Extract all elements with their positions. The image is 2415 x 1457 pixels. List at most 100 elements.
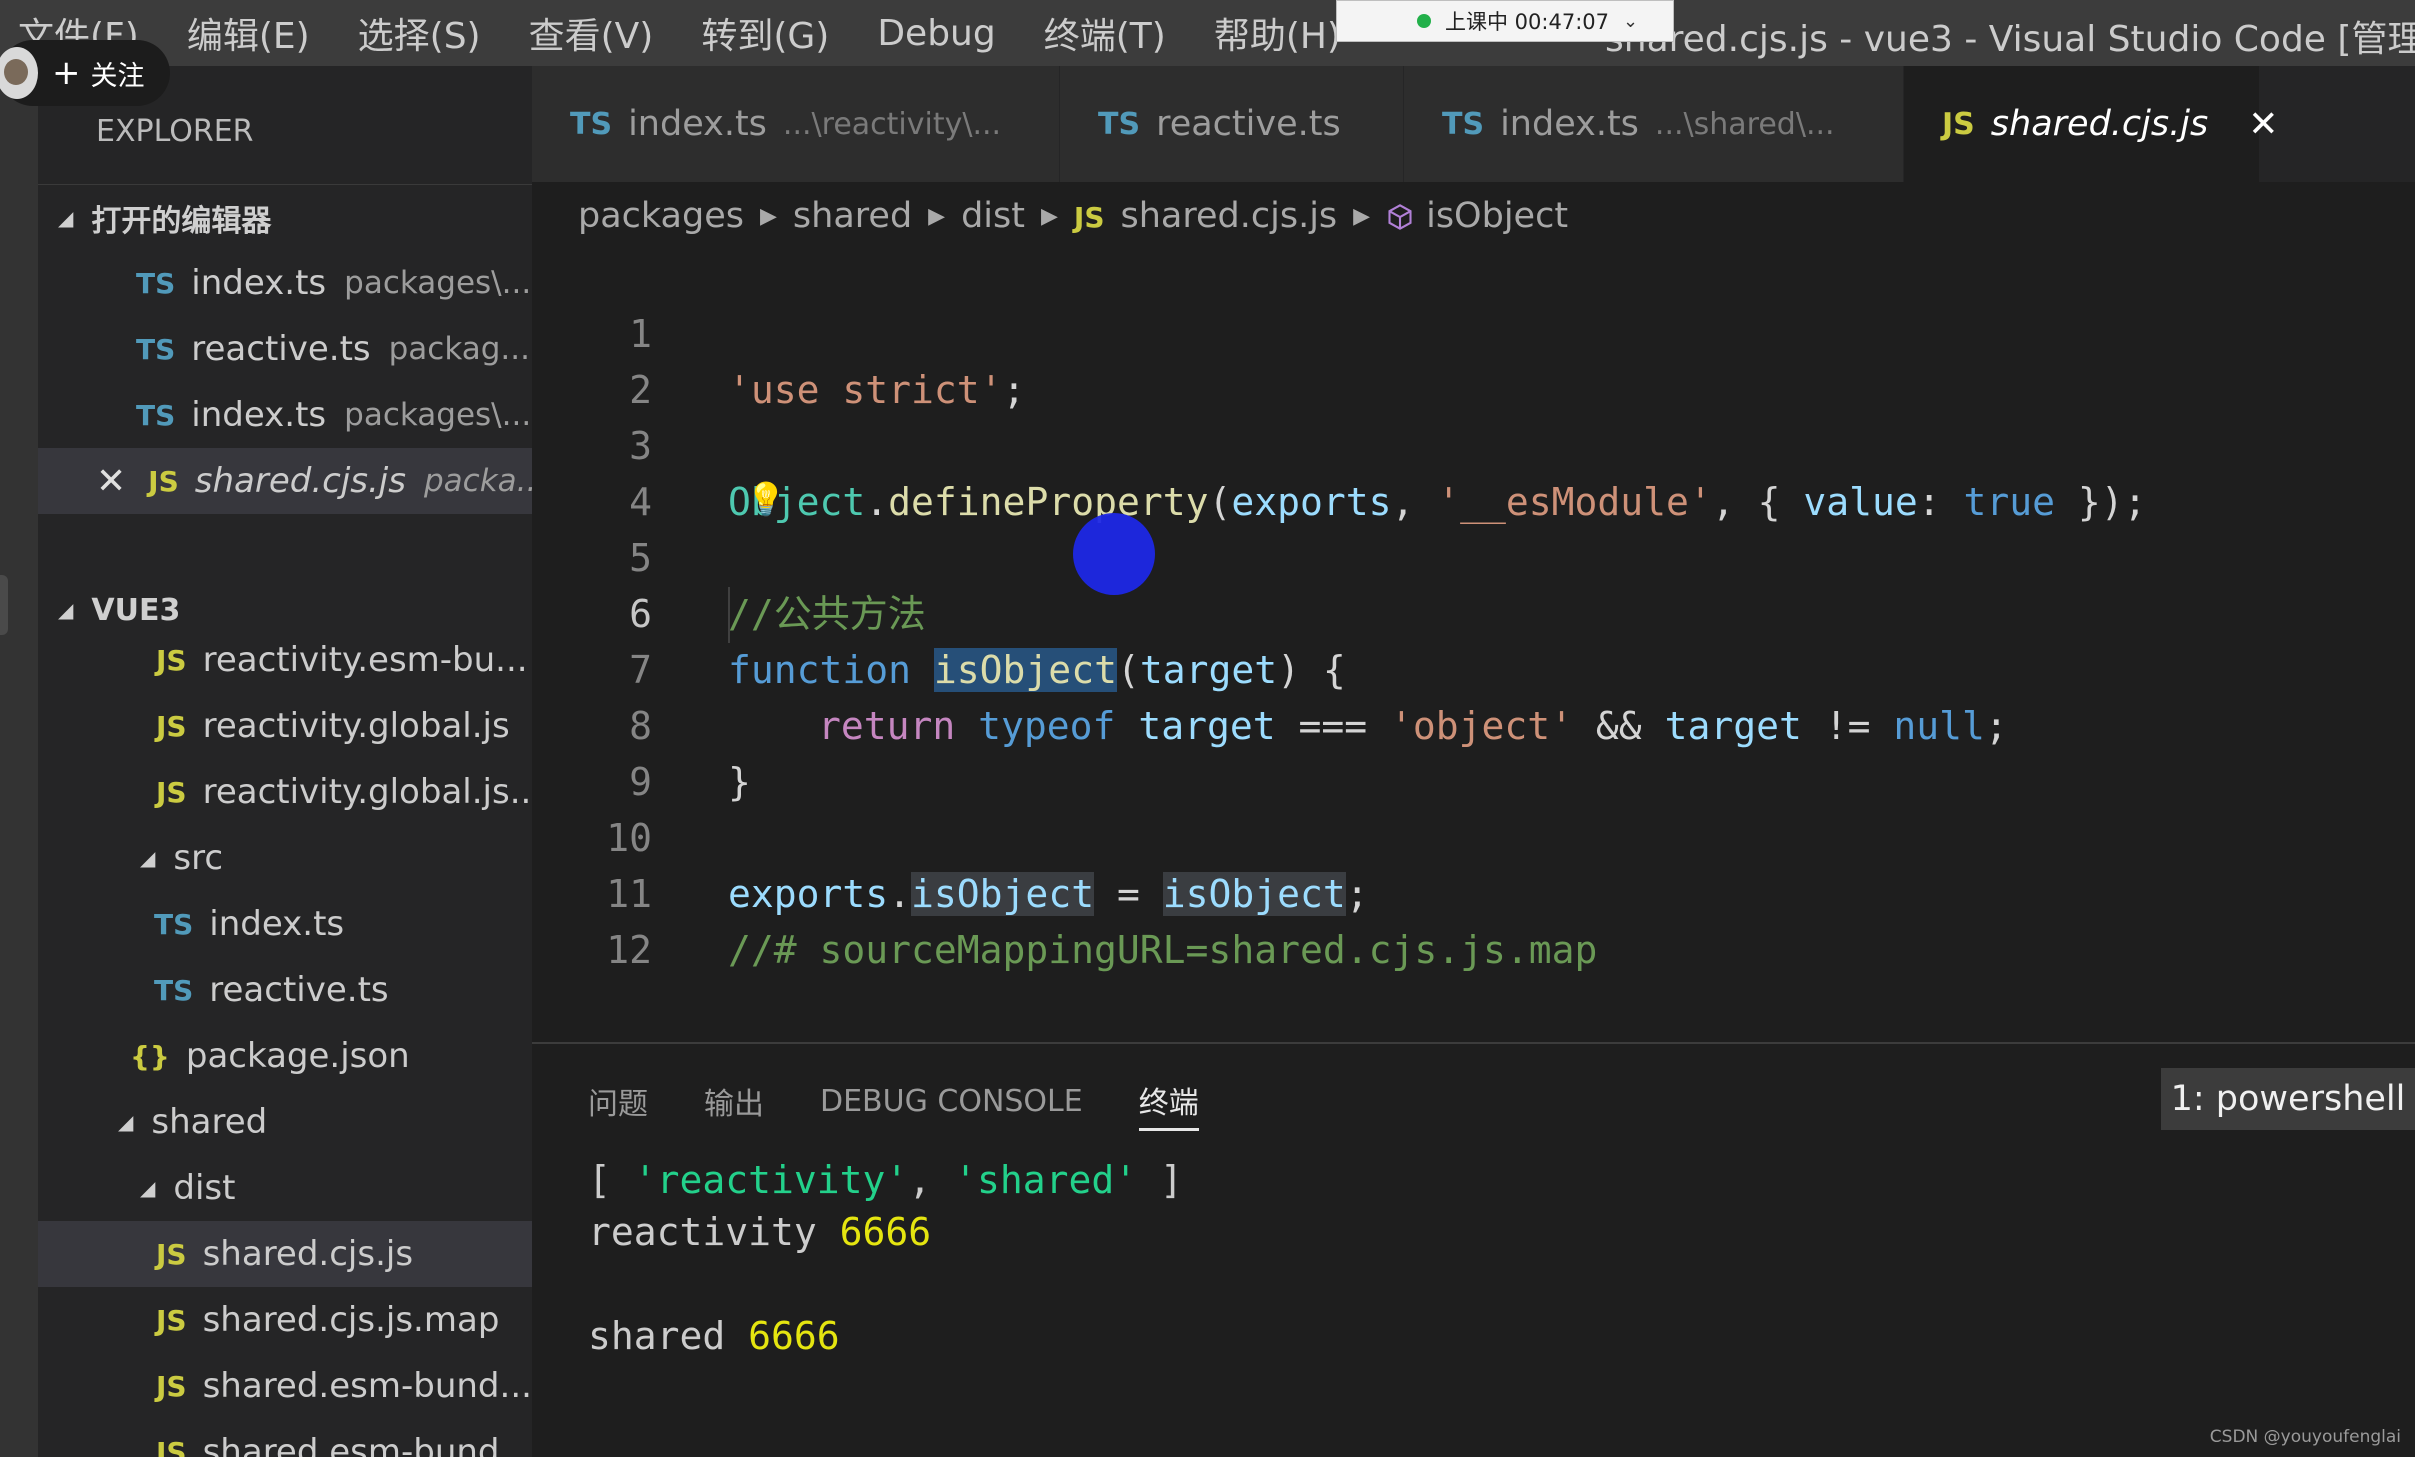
menu-terminal[interactable]: 终端(T) bbox=[1044, 7, 1166, 59]
open-editor-item[interactable]: TS index.ts packages\... bbox=[38, 250, 532, 316]
open-editor-name: reactive.ts bbox=[191, 329, 371, 369]
tree-file[interactable]: JS reactivity.global.js... bbox=[38, 759, 532, 825]
follow-label: 关注 bbox=[90, 60, 145, 92]
tab-debug-console[interactable]: DEBUG CONSOLE bbox=[820, 1084, 1083, 1125]
breadcrumb-dist[interactable]: dist bbox=[961, 196, 1025, 236]
menu-selection[interactable]: 选择(S) bbox=[358, 7, 481, 59]
open-editor-name: shared.cjs.js bbox=[194, 461, 406, 501]
close-icon[interactable]: ✕ bbox=[2248, 104, 2278, 145]
tab-index-shared[interactable]: TS index.ts ...\shared\... bbox=[1404, 66, 1904, 182]
workspace-label: VUE3 bbox=[91, 592, 181, 628]
tab-terminal[interactable]: 终端 bbox=[1138, 1078, 1199, 1131]
tree-file-name: shared.cjs.js bbox=[202, 1234, 414, 1274]
breadcrumb-symbol[interactable]: isObject bbox=[1386, 196, 1568, 236]
recording-widget[interactable]: 上课中 00:47:07 ⌄ bbox=[1336, 0, 1674, 42]
menu-help[interactable]: 帮助(H) bbox=[1214, 7, 1341, 59]
open-editor-name: index.ts bbox=[191, 263, 327, 303]
terminal-string: 'shared' bbox=[954, 1158, 1138, 1202]
avatar bbox=[0, 47, 38, 99]
open-editors-header[interactable]: ◢ 打开的编辑器 bbox=[38, 184, 532, 250]
breadcrumb-shared[interactable]: shared bbox=[793, 196, 912, 236]
typescript-file-icon: TS bbox=[136, 332, 176, 366]
tree-folder-shared[interactable]: ◢ shared bbox=[38, 1089, 532, 1155]
code-line: 3 Object.defineProperty(exports, '__esMo… bbox=[532, 362, 2415, 524]
code-line: 1 'use strict'; bbox=[532, 250, 2415, 412]
chevron-right-icon: ▶ bbox=[760, 203, 777, 229]
tab-shared-cjs[interactable]: JS shared.cjs.js ✕ bbox=[1904, 66, 2278, 182]
menu-edit[interactable]: 编辑(E) bbox=[187, 7, 310, 59]
open-editors-label: 打开的编辑器 bbox=[91, 203, 272, 239]
tab-output[interactable]: 输出 bbox=[704, 1079, 764, 1129]
tree-file[interactable]: TS reactive.ts bbox=[38, 957, 532, 1023]
tree-folder-name: src bbox=[173, 838, 224, 878]
tab-path: ...\reactivity\... bbox=[782, 106, 1002, 142]
tab-label: reactive.ts bbox=[1156, 104, 1341, 144]
tab-problems[interactable]: 问题 bbox=[588, 1079, 648, 1129]
indent-guide bbox=[728, 587, 730, 643]
open-editor-item[interactable]: TS index.ts packages\... bbox=[38, 382, 532, 448]
code-line: 10 exports.isObject = isObject; bbox=[532, 754, 2415, 916]
side-handle[interactable] bbox=[0, 575, 8, 635]
tree-file-selected[interactable]: JS shared.cjs.js bbox=[38, 1221, 532, 1287]
chevron-right-icon: ▶ bbox=[928, 203, 946, 229]
breadcrumb-file[interactable]: JS shared.cjs.js bbox=[1074, 196, 1337, 236]
terminal-text: [ bbox=[588, 1158, 634, 1202]
tree-file-name: reactivity.esm-bu... bbox=[202, 640, 528, 680]
collapse-triangle-icon: ◢ bbox=[58, 205, 74, 230]
open-editor-item-active[interactable]: ✕ JS shared.cjs.js packa... bbox=[38, 448, 532, 514]
tree-file[interactable]: TS index.ts bbox=[38, 891, 532, 957]
javascript-file-icon: JS bbox=[156, 1369, 187, 1403]
menu-view[interactable]: 查看(V) bbox=[529, 7, 654, 59]
breadcrumb-packages[interactable]: packages bbox=[578, 196, 744, 236]
open-editor-name: index.ts bbox=[191, 395, 327, 435]
tab-index-reactivity[interactable]: TS index.ts ...\reactivity\... bbox=[532, 66, 1060, 182]
javascript-file-icon: JS bbox=[1073, 201, 1105, 234]
editor-tab-bar: TS index.ts ...\reactivity\... TS reacti… bbox=[532, 66, 2415, 182]
code-line: 5 //公共方法 bbox=[532, 474, 2415, 636]
collapse-triangle-icon: ◢ bbox=[58, 598, 74, 622]
code-editor[interactable]: 1 'use strict'; 2 3 Object.definePropert… bbox=[532, 250, 2415, 1040]
typescript-file-icon: TS bbox=[1442, 106, 1485, 142]
typescript-file-icon: TS bbox=[154, 907, 194, 941]
follow-button[interactable]: + 关注 bbox=[0, 40, 170, 106]
tab-reactive[interactable]: TS reactive.ts bbox=[1060, 66, 1404, 182]
code-line: 4 bbox=[532, 418, 2415, 524]
tree-folder-src[interactable]: ◢ src bbox=[38, 825, 532, 891]
terminal-select[interactable]: 1: powershell bbox=[2161, 1068, 2415, 1130]
tree-file-name: reactivity.global.js... bbox=[202, 772, 532, 812]
tree-file-name: package.json bbox=[185, 1036, 410, 1076]
open-editor-path: packag... bbox=[388, 331, 530, 367]
tree-file[interactable]: {} package.json bbox=[38, 1023, 532, 1089]
tree-file[interactable]: JS shared.cjs.js.map bbox=[38, 1287, 532, 1353]
lightbulb-icon[interactable]: 💡 bbox=[746, 480, 786, 518]
explorer-title: EXPLORER bbox=[96, 114, 254, 149]
tree-folder-dist[interactable]: ◢ dist bbox=[38, 1155, 532, 1221]
tree-file[interactable]: JS shared.esm-bund... bbox=[38, 1419, 532, 1457]
javascript-file-icon: JS bbox=[1942, 106, 1975, 142]
tree-folder-name: shared bbox=[151, 1102, 268, 1142]
open-editor-item[interactable]: TS reactive.ts packag... bbox=[38, 316, 532, 382]
menu-go[interactable]: 转到(G) bbox=[701, 7, 829, 59]
tree-file[interactable]: JS reactivity.esm-bu... bbox=[38, 627, 532, 693]
tree-file[interactable]: JS shared.esm-bund... bbox=[38, 1353, 532, 1419]
code-line: 8 } bbox=[532, 642, 2415, 804]
chevron-down-icon[interactable]: ⌄ bbox=[1623, 11, 1638, 32]
plus-icon: + bbox=[52, 53, 81, 93]
terminal-text: shared bbox=[588, 1314, 749, 1358]
tab-label: index.ts bbox=[628, 104, 767, 144]
open-editor-path: packa... bbox=[423, 463, 532, 499]
typescript-file-icon: TS bbox=[154, 973, 194, 1007]
folder-expanded-icon: ◢ bbox=[140, 1176, 156, 1200]
breadcrumb-file-label: shared.cjs.js bbox=[1120, 196, 1338, 236]
menu-debug[interactable]: Debug bbox=[877, 13, 995, 54]
tab-label: shared.cjs.js bbox=[1990, 104, 2209, 144]
title-bar: 文件(F) 编辑(E) 选择(S) 查看(V) 转到(G) Debug 终端(T… bbox=[0, 0, 2415, 66]
close-icon[interactable]: ✕ bbox=[96, 461, 126, 502]
terminal-text: , bbox=[908, 1158, 955, 1202]
terminal-line: reactivity 6666 bbox=[588, 1206, 1183, 1258]
typescript-file-icon: TS bbox=[1098, 106, 1141, 142]
terminal-output[interactable]: [ 'reactivity', 'shared' ] reactivity 666… bbox=[588, 1154, 1183, 1362]
tree-file-name: index.ts bbox=[209, 904, 345, 944]
tree-file[interactable]: JS reactivity.global.js bbox=[38, 693, 532, 759]
